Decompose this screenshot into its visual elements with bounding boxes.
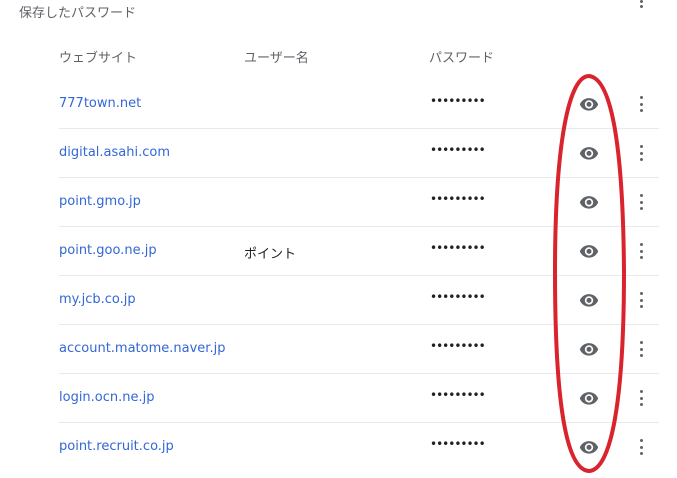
eye-icon[interactable] xyxy=(579,145,599,161)
eye-icon[interactable] xyxy=(579,96,599,112)
password-masked: ••••••••• xyxy=(430,388,486,402)
password-masked: ••••••••• xyxy=(430,94,486,108)
password-masked: ••••••••• xyxy=(430,290,486,304)
more-vert-icon[interactable] xyxy=(634,243,648,259)
website-link[interactable]: account.matome.naver.jp xyxy=(59,341,225,356)
more-vert-icon[interactable] xyxy=(634,292,648,308)
more-vert-icon[interactable] xyxy=(634,341,648,357)
more-vert-icon[interactable] xyxy=(634,439,648,455)
table-row: digital.asahi.com ••••••••• xyxy=(0,129,677,178)
website-link[interactable]: my.jcb.co.jp xyxy=(59,292,136,307)
password-masked: ••••••••• xyxy=(430,143,486,157)
website-link[interactable]: digital.asahi.com xyxy=(59,145,170,160)
password-masked: ••••••••• xyxy=(430,437,486,451)
website-link[interactable]: point.recruit.co.jp xyxy=(59,439,174,454)
eye-icon[interactable] xyxy=(579,292,599,308)
more-vert-icon[interactable] xyxy=(634,390,648,406)
website-link[interactable]: point.gmo.jp xyxy=(59,194,141,209)
column-header-username: ユーザー名 xyxy=(244,51,309,66)
eye-icon[interactable] xyxy=(579,439,599,455)
eye-icon[interactable] xyxy=(579,341,599,357)
more-vert-icon[interactable] xyxy=(634,145,648,161)
eye-icon[interactable] xyxy=(579,243,599,259)
eye-icon[interactable] xyxy=(579,194,599,210)
more-vert-icon[interactable] xyxy=(634,96,648,112)
password-list: 777town.net ••••••••• digital.asahi.com … xyxy=(0,80,677,472)
table-row: account.matome.naver.jp ••••••••• xyxy=(0,325,677,374)
website-link[interactable]: 777town.net xyxy=(59,96,141,111)
website-link[interactable]: point.goo.ne.jp xyxy=(59,243,157,258)
password-masked: ••••••••• xyxy=(430,241,486,255)
section-title: 保存したパスワード xyxy=(19,6,137,21)
table-row: 777town.net ••••••••• xyxy=(0,80,677,129)
username-cell: ポイント xyxy=(244,247,297,262)
column-header-password: パスワード xyxy=(429,51,495,66)
table-row: my.jcb.co.jp ••••••••• xyxy=(0,276,677,325)
eye-icon[interactable] xyxy=(579,390,599,406)
password-masked: ••••••••• xyxy=(430,339,486,353)
more-vert-icon[interactable] xyxy=(634,194,648,210)
table-row: login.ocn.ne.jp ••••••••• xyxy=(0,374,677,423)
table-row: point.gmo.jp ••••••••• xyxy=(0,178,677,227)
table-row: point.recruit.co.jp ••••••••• xyxy=(0,423,677,472)
website-link[interactable]: login.ocn.ne.jp xyxy=(59,390,155,405)
column-header-website: ウェブサイト xyxy=(59,51,138,66)
table-row: point.goo.ne.jp ポイント ••••••••• xyxy=(0,227,677,276)
more-vert-icon[interactable] xyxy=(634,0,648,8)
password-table-header: ウェブサイト ユーザー名 パスワード xyxy=(0,47,677,66)
password-masked: ••••••••• xyxy=(430,192,486,206)
